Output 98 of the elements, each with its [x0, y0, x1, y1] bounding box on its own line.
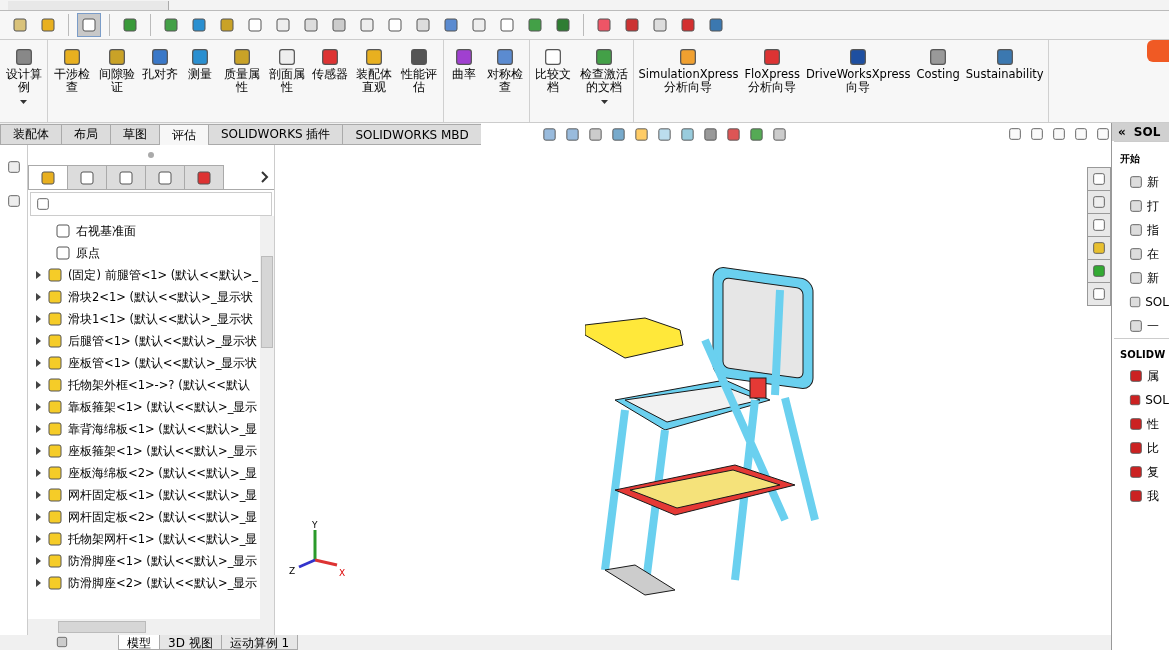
- section-title: SOLIDW: [1114, 338, 1169, 364]
- panel-tab[interactable]: [67, 165, 107, 189]
- task-link[interactable]: SOL: [1112, 290, 1169, 314]
- pane-title: SOL: [1133, 125, 1161, 139]
- axis-triad-drawing: [298, 530, 338, 569]
- tree-item-label[interactable]: 防滑脚座<1> (默认<<默认>_显示: [68, 553, 258, 569]
- side-tab[interactable]: [1087, 213, 1112, 237]
- task-link[interactable]: 在: [1112, 242, 1169, 266]
- side-tab[interactable]: [1087, 190, 1112, 214]
- task-link[interactable]: 复: [1112, 460, 1169, 484]
- task-link[interactable]: 指: [1112, 218, 1169, 242]
- task-link[interactable]: SOL: [1112, 388, 1169, 412]
- tree-item-label[interactable]: 托物架外框<1>->? (默认<<默认: [68, 377, 250, 393]
- ribbon-tab[interactable]: 装配体: [0, 124, 62, 145]
- tree-item-label[interactable]: 座板箍架<1> (默认<<默认>_显示: [68, 443, 258, 459]
- ribbon-button[interactable]: 装配体直观: [352, 44, 396, 122]
- side-tab[interactable]: [1087, 167, 1112, 191]
- collapsed-arrow-icon[interactable]: [34, 469, 42, 477]
- collapsed-arrow-icon[interactable]: [34, 359, 42, 367]
- ribbon-button[interactable]: 传感器: [310, 44, 351, 122]
- ribbon-button[interactable]: 对称检查: [483, 44, 527, 122]
- model-tab[interactable]: 3D 视图: [159, 635, 222, 650]
- collapsed-arrow-icon[interactable]: [34, 557, 42, 565]
- ribbon-button[interactable]: 设计算例: [2, 44, 46, 122]
- collapsed-arrow-icon[interactable]: [34, 447, 42, 455]
- ribbon-button[interactable]: SimulationXpress分析向导: [636, 44, 741, 122]
- section-title: 开始: [1114, 141, 1169, 170]
- tree-item-label[interactable]: 托物架网杆<1> (默认<<默认>_显: [68, 531, 258, 547]
- axis-label: Y: [312, 520, 318, 530]
- collapsed-arrow-icon[interactable]: [34, 579, 42, 587]
- ribbon-button[interactable]: 干涉检查: [50, 44, 94, 122]
- tree-item-label[interactable]: 滑块1<1> (默认<<默认>_显示状: [68, 311, 253, 327]
- task-link[interactable]: 新: [1112, 266, 1169, 290]
- ribbon-button[interactable]: FloXpress分析向导: [742, 44, 802, 122]
- ribbon-tab[interactable]: 布局: [61, 124, 111, 145]
- ribbon-tab[interactable]: 评估: [159, 124, 209, 145]
- side-tab[interactable]: [1087, 259, 1112, 283]
- ribbon-button[interactable]: 剖面属性: [265, 44, 309, 122]
- vertical-scrollbar[interactable]: [260, 216, 274, 619]
- panel-tab[interactable]: [145, 165, 185, 189]
- ribbon-tab[interactable]: 草图: [110, 124, 160, 145]
- tree-item-label[interactable]: 网杆固定板<1> (默认<<默认>_显: [68, 487, 258, 503]
- tree-item-label[interactable]: 后腿管<1> (默认<<默认>_显示状: [68, 333, 258, 349]
- task-link[interactable]: 新: [1112, 170, 1169, 194]
- collapse-button[interactable]: «: [1118, 125, 1126, 139]
- collapsed-arrow-icon[interactable]: [34, 271, 42, 279]
- task-link[interactable]: 打: [1112, 194, 1169, 218]
- ribbon-button[interactable]: 曲率: [445, 44, 482, 122]
- ribbon-button[interactable]: 检查激活的文档: [576, 44, 632, 122]
- model-tab[interactable]: 运动算例 1: [220, 635, 299, 650]
- ribbon-button[interactable]: 测量: [182, 44, 219, 122]
- ribbon-tab[interactable]: SOLIDWORKS 插件: [208, 124, 344, 145]
- tree-item-label[interactable]: 靠板箍架<1> (默认<<默认>_显示: [68, 399, 258, 415]
- horizontal-scrollbar[interactable]: [28, 619, 274, 635]
- collapsed-arrow-icon[interactable]: [34, 535, 42, 543]
- ribbon-button[interactable]: Sustainability: [963, 44, 1046, 122]
- axis-label: Z: [289, 566, 296, 576]
- ribbon-button[interactable]: DriveWorksXpress向导: [803, 44, 913, 122]
- ribbon-button[interactable]: 孔对齐: [140, 44, 181, 122]
- tree-item-label[interactable]: (固定) 前腿管<1> (默认<<默认>_: [68, 267, 259, 283]
- collapsed-arrow-icon[interactable]: [34, 315, 42, 323]
- model-tab[interactable]: 模型: [118, 635, 160, 650]
- axis-label: X: [339, 568, 346, 578]
- panel-tab[interactable]: [106, 165, 146, 189]
- collapsed-arrow-icon[interactable]: [34, 381, 42, 389]
- grip-dot-icon: [148, 152, 154, 158]
- tree-item-label[interactable]: 右视基准面: [76, 223, 136, 239]
- tree-item-label[interactable]: 原点: [76, 245, 100, 261]
- task-link[interactable]: 属: [1112, 364, 1169, 388]
- panel-tab[interactable]: [28, 165, 68, 189]
- task-link[interactable]: 我: [1112, 484, 1169, 508]
- ribbon-button[interactable]: 质量属性: [220, 44, 264, 122]
- ribbon-button[interactable]: 性能评估: [397, 44, 441, 122]
- panel-tab[interactable]: [184, 165, 224, 189]
- tree-item-label[interactable]: 靠背海绵板<1> (默认<<默认>_显: [68, 421, 258, 437]
- collapsed-arrow-icon[interactable]: [34, 403, 42, 411]
- side-tab[interactable]: [1087, 236, 1112, 260]
- collapsed-arrow-icon[interactable]: [34, 293, 42, 301]
- tree-item-label[interactable]: 防滑脚座<2> (默认<<默认>_显示: [68, 575, 258, 591]
- ribbon-button[interactable]: 比较文档: [531, 44, 575, 122]
- task-link[interactable]: 一: [1112, 314, 1169, 338]
- tree-item-label[interactable]: 网杆固定板<2> (默认<<默认>_显: [68, 509, 258, 525]
- ribbon-tab[interactable]: SOLIDWORKS MBD: [342, 124, 482, 145]
- ribbon-button[interactable]: 间隙验证: [95, 44, 139, 122]
- tree-item-label[interactable]: 座板管<1> (默认<<默认>_显示状: [68, 355, 258, 371]
- collapsed-arrow-icon[interactable]: [34, 337, 42, 345]
- chevron-right-icon[interactable]: [260, 170, 270, 184]
- ribbon-button[interactable]: Costing: [914, 44, 962, 122]
- task-link[interactable]: 比: [1112, 436, 1169, 460]
- side-tab[interactable]: [1087, 282, 1112, 306]
- collapsed-arrow-icon[interactable]: [34, 513, 42, 521]
- task-link[interactable]: 性: [1112, 412, 1169, 436]
- toolbar-button[interactable]: [77, 13, 101, 37]
- collapsed-arrow-icon[interactable]: [34, 425, 42, 433]
- collapsed-arrow-icon[interactable]: [34, 491, 42, 499]
- filter-field[interactable]: [30, 192, 272, 216]
- tree-item-label[interactable]: 滑块2<1> (默认<<默认>_显示状: [68, 289, 253, 305]
- tree-item-label[interactable]: 座板海绵板<2> (默认<<默认>_显: [68, 465, 258, 481]
